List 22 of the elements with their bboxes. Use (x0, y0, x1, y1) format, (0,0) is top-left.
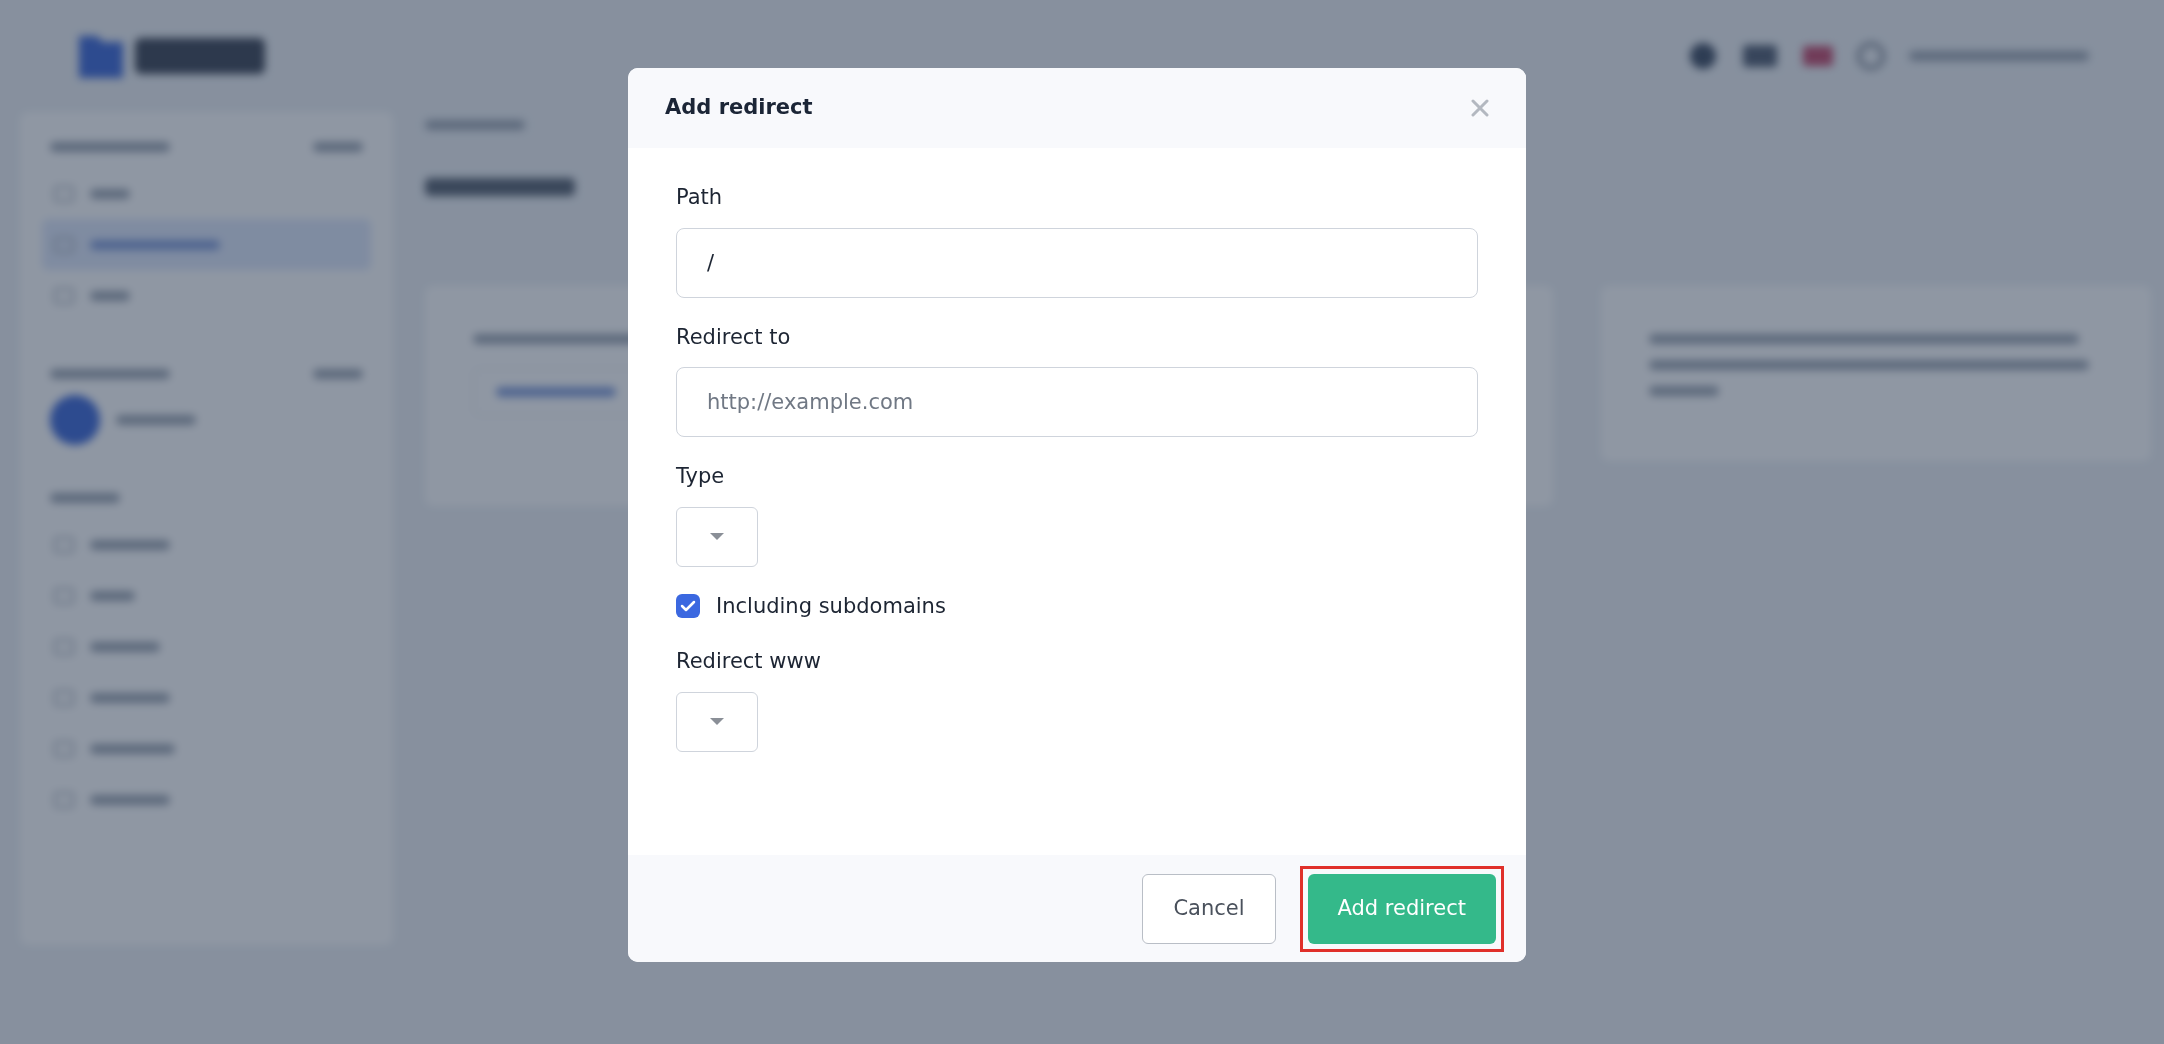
dropdown-field[interactable] (676, 691, 758, 752)
circle-icon (1689, 42, 1717, 70)
dialog-title: Add redirect (665, 94, 813, 122)
field-label: Path (676, 184, 723, 211)
field-label: Redirect www (676, 648, 821, 675)
input-field[interactable]: http://example.com (676, 367, 1478, 437)
caret-icon (710, 718, 724, 725)
cancel-button[interactable]: Cancel (1142, 873, 1276, 944)
close-icon[interactable] (1471, 99, 1489, 117)
blurred-text (313, 369, 363, 379)
checkbox[interactable] (676, 594, 700, 619)
input-field[interactable]: / (676, 227, 1478, 298)
checkbox-label[interactable]: Including subdomains (716, 590, 946, 622)
avatar-icon (50, 395, 100, 445)
field-label: Redirect to (676, 323, 791, 351)
dropdown-field[interactable] (676, 506, 758, 567)
blurred-text (50, 493, 120, 503)
field-label: Type (676, 463, 725, 490)
caret-icon (710, 533, 724, 540)
blurred-text (1649, 386, 1719, 396)
check-icon (680, 599, 696, 614)
blurred-text (313, 142, 363, 152)
